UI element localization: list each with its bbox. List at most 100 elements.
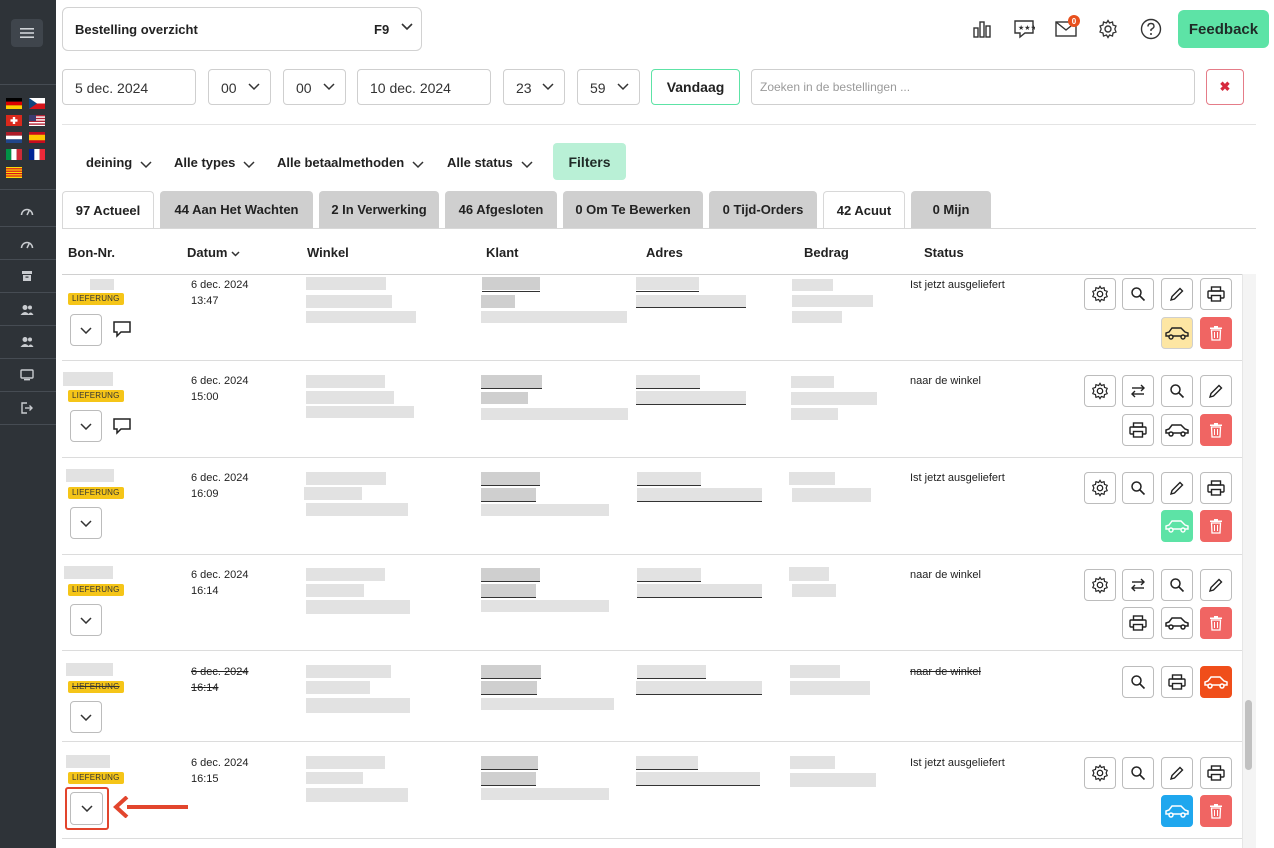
edit-button[interactable] <box>1161 278 1193 310</box>
delivery-car-button[interactable] <box>1161 510 1193 542</box>
edit-button[interactable] <box>1161 472 1193 504</box>
edit-button[interactable] <box>1200 375 1232 407</box>
delivery-car-button[interactable] <box>1161 317 1193 349</box>
transfer-button[interactable] <box>1122 375 1154 407</box>
view-button[interactable] <box>1122 757 1154 789</box>
from-date-field[interactable]: 5 dec. 2024 <box>62 69 196 105</box>
delete-button[interactable] <box>1200 510 1232 542</box>
branch-dropdown[interactable]: deining <box>86 155 152 170</box>
column-header-bedrag[interactable]: Bedrag <box>804 245 849 260</box>
edit-button[interactable] <box>1161 757 1193 789</box>
scrollbar-thumb[interactable] <box>1245 700 1252 770</box>
redacted-shop <box>306 375 385 388</box>
flag-es-icon[interactable] <box>29 132 45 143</box>
flag-fr-icon[interactable] <box>29 149 45 160</box>
settings-button[interactable] <box>1084 472 1116 504</box>
delete-button[interactable] <box>1200 607 1232 639</box>
settings-button[interactable] <box>1084 757 1116 789</box>
flag-nl-icon[interactable] <box>6 132 22 143</box>
redacted-shop <box>306 600 410 614</box>
page-selector[interactable]: Bestelling overzicht F9 <box>62 7 422 51</box>
tab-tijd-orders[interactable]: 0 Tijd-Orders <box>709 191 817 228</box>
filters-button[interactable]: Filters <box>553 143 626 180</box>
column-header-winkel[interactable]: Winkel <box>307 245 349 260</box>
help-icon[interactable] <box>1139 17 1163 41</box>
column-header-klant[interactable]: Klant <box>486 245 519 260</box>
flag-catalonia-icon[interactable] <box>6 167 22 178</box>
tab-aan-het-wachten[interactable]: 44 Aan Het Wachten <box>160 191 313 228</box>
chart-bar-icon[interactable] <box>970 17 994 41</box>
tab-afgesloten[interactable]: 46 Afgesloten <box>445 191 557 228</box>
tab-mijn[interactable]: 0 Mijn <box>911 191 991 228</box>
dashboard-icon[interactable] <box>19 203 35 219</box>
column-header-adres[interactable]: Adres <box>646 245 683 260</box>
order-status: Ist jetzt ausgeliefert <box>910 472 1005 484</box>
tab-acuut[interactable]: 42 Acuut <box>823 191 905 228</box>
clear-search-button[interactable]: ✖ <box>1206 69 1244 105</box>
comment-icon[interactable] <box>112 417 132 435</box>
flag-de-icon[interactable] <box>6 98 22 109</box>
expand-row-button[interactable] <box>70 604 102 636</box>
from-minute-select[interactable]: 00 <box>283 69 346 105</box>
view-button[interactable] <box>1161 569 1193 601</box>
edit-button[interactable] <box>1200 569 1232 601</box>
logout-icon[interactable] <box>19 400 35 416</box>
status-dropdown[interactable]: Alle status <box>447 155 533 170</box>
users-icon[interactable] <box>19 302 35 318</box>
expand-row-button[interactable] <box>70 701 102 733</box>
menu-toggle-button[interactable] <box>11 19 43 47</box>
feedback-button[interactable]: Feedback <box>1178 10 1269 48</box>
delete-button[interactable] <box>1200 795 1232 827</box>
view-button[interactable] <box>1122 472 1154 504</box>
delivery-car-button[interactable] <box>1161 414 1193 446</box>
order-status: Ist jetzt ausgeliefert <box>910 757 1005 769</box>
print-button[interactable] <box>1200 757 1232 789</box>
to-hour-select[interactable]: 23 <box>503 69 565 105</box>
delivery-car-button[interactable] <box>1200 666 1232 698</box>
archive-icon[interactable] <box>19 268 35 284</box>
tab-om-te-bewerken[interactable]: 0 Om Te Bewerken <box>563 191 703 228</box>
column-header-status[interactable]: Status <box>924 245 964 260</box>
flag-us-icon[interactable] <box>29 115 45 126</box>
payment-dropdown[interactable]: Alle betaalmethoden <box>277 155 424 170</box>
print-button[interactable] <box>1161 666 1193 698</box>
settings-button[interactable] <box>1084 278 1116 310</box>
delivery-car-button[interactable] <box>1161 607 1193 639</box>
print-button[interactable] <box>1122 414 1154 446</box>
types-dropdown[interactable]: Alle types <box>174 155 255 170</box>
delete-button[interactable] <box>1200 317 1232 349</box>
delivery-car-button[interactable] <box>1161 795 1193 827</box>
redacted-shop <box>306 568 385 581</box>
tab-in-verwerking[interactable]: 2 In Verwerking <box>319 191 439 228</box>
print-button[interactable] <box>1200 278 1232 310</box>
reviews-icon[interactable]: ★★★ <box>1012 17 1036 41</box>
expand-row-button[interactable] <box>70 507 102 539</box>
settings-button[interactable] <box>1084 569 1116 601</box>
column-header-bon[interactable]: Bon-Nr. <box>68 245 115 260</box>
monitor-icon[interactable] <box>19 367 35 383</box>
users-icon[interactable] <box>19 334 35 350</box>
view-button[interactable] <box>1122 278 1154 310</box>
to-date-field[interactable]: 10 dec. 2024 <box>357 69 491 105</box>
to-minute-select[interactable]: 59 <box>577 69 640 105</box>
tab-actueel[interactable]: 97 Actueel <box>62 191 154 228</box>
flag-cz-icon[interactable] <box>29 98 45 109</box>
column-header-datum[interactable]: Datum <box>187 245 240 260</box>
flag-ch-icon[interactable] <box>6 115 22 126</box>
view-button[interactable] <box>1161 375 1193 407</box>
gear-icon[interactable] <box>1096 17 1120 41</box>
flag-it-icon[interactable] <box>6 149 22 160</box>
transfer-button[interactable] <box>1122 569 1154 601</box>
search-input[interactable] <box>751 69 1195 105</box>
today-button[interactable]: Vandaag <box>651 69 740 105</box>
print-button[interactable] <box>1200 472 1232 504</box>
delete-button[interactable] <box>1200 414 1232 446</box>
view-button[interactable] <box>1122 666 1154 698</box>
settings-button[interactable] <box>1084 375 1116 407</box>
expand-row-button[interactable] <box>70 410 102 442</box>
comment-icon[interactable] <box>112 320 132 338</box>
dashboard-icon[interactable] <box>19 236 35 252</box>
print-button[interactable] <box>1122 607 1154 639</box>
expand-row-button[interactable] <box>70 314 102 346</box>
from-hour-select[interactable]: 00 <box>208 69 271 105</box>
